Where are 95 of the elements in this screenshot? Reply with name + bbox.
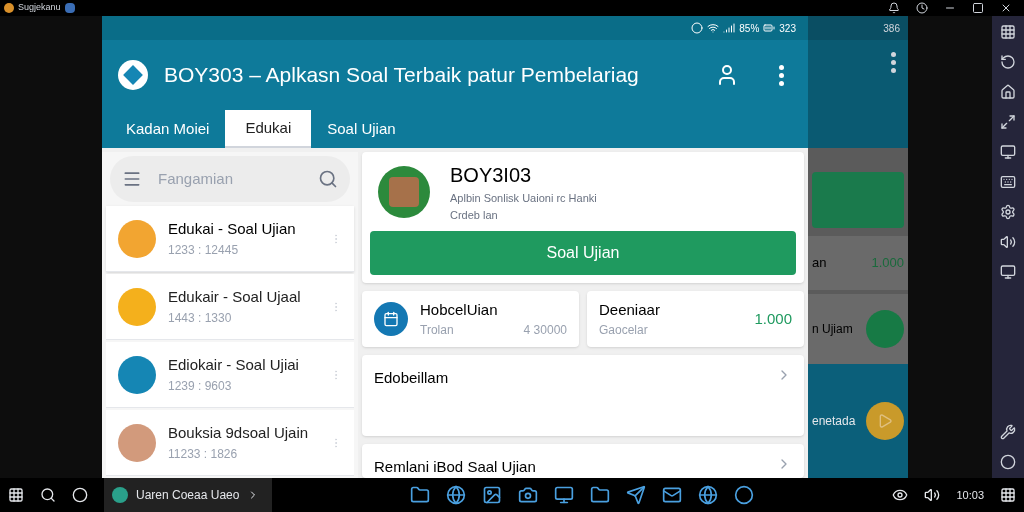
search-input[interactable]: Fangamian [158,167,302,191]
stat-label: Gaocelar [599,322,649,340]
section-card[interactable]: Remlani iBod Saal Ujian [362,443,804,478]
more-icon [891,52,896,73]
taskbar-app-icon[interactable] [734,485,755,505]
volume-icon [924,487,941,503]
sidebar-tool-button[interactable] [1000,54,1016,70]
close-button[interactable] [1000,2,1012,14]
taskbar-app-icon[interactable] [446,485,467,505]
status-icon [691,22,704,34]
eye-icon [892,487,909,503]
sidebar-tool-button[interactable] [1000,424,1016,440]
more-button[interactable] [779,64,784,86]
section-title: Edobeillam [374,368,450,388]
app-title: BOY303 – Aplkasn Soal Terbaik patur Pembelariag [164,62,639,89]
taskbar-app-icon[interactable] [554,485,575,505]
stat-title: Deeniaar [599,299,661,320]
list-item[interactable]: Edukai - Soal Ujian 1233 : 12445 [106,206,354,272]
taskbar-app-button[interactable]: Uaren Coeaa Uaeo [104,478,272,512]
play-button-icon [866,402,904,440]
battery-icon [763,22,776,34]
banner-text: enetada [812,413,856,430]
list-item[interactable]: Edukair - Soal Ujaal 1443 : 1330 [106,274,354,340]
sidebar-tool-button[interactable] [1000,144,1016,160]
search-icon[interactable] [318,169,338,189]
taskbar-app-icon[interactable] [626,485,647,505]
sidebar-tool-button[interactable] [1000,114,1016,130]
mascot-avatar-icon [378,165,430,218]
section-title: Remlani iBod Saal Ujian [374,456,537,477]
list-title: Ediokair - Soal Ujiai [168,355,300,376]
taskbar-app-icon[interactable] [662,485,683,505]
sidebar-tool-button[interactable] [1000,454,1016,470]
tab[interactable]: Soal Ujian [311,110,412,148]
list-avatar-icon [118,423,156,462]
signal-icon [723,22,736,34]
window-badge-icon [64,3,75,13]
profile-name: BOY3I03 [450,163,533,188]
list-avatar-icon [118,219,156,258]
taskbar-clock: 10:03 [956,487,984,503]
fab-button-icon [866,310,904,348]
stat-card[interactable]: HobcelUian Trolan 4 30000 [362,291,579,347]
list-item[interactable]: Bouksia 9dsoal Ujain 11233 : 1826 [106,410,354,476]
list-subtitle: 1443 : 1330 [168,309,233,327]
taskbar-app-icon[interactable] [698,485,719,505]
taskbar-app-icon[interactable] [410,485,431,505]
battery-percent: 85% [739,21,760,36]
app-logo-icon [118,60,148,90]
profile-description: Aplbin Sonlisk Uaioni rc Hanki [450,191,597,206]
task-view-button[interactable] [72,487,88,503]
list-title: Edukair - Soal Ujaal [168,287,302,308]
more-icon [779,64,784,86]
stat-title: an [812,254,827,273]
sidebar-tool-button[interactable] [1000,174,1016,190]
list-item[interactable]: Ediokair - Soal Ujiai 1239 : 9603 [106,342,354,408]
start-button[interactable] [8,487,24,503]
stat-value: 4 30000 [523,322,567,339]
sidebar-tool-button[interactable] [1000,234,1016,250]
clock-icon [916,2,928,14]
tab[interactable]: Edukai [225,110,312,148]
calendar-icon [374,302,408,336]
list-subtitle: 11233 : 1826 [168,445,239,463]
notification-icon [888,2,900,14]
window-title: Sugjekanu [18,1,61,15]
sidebar-tool-button[interactable] [1000,84,1016,100]
wifi-icon [707,22,720,34]
search-button[interactable] [40,487,56,503]
list-avatar-icon [118,355,156,394]
taskbar-app-icon[interactable] [518,485,539,505]
stat-value: 1.000 [754,308,792,329]
tab[interactable]: Kadan Moiei [110,110,226,148]
notification-button[interactable] [1000,487,1016,503]
section-card[interactable]: Edobeillam [362,355,804,436]
profile-description: Crdeb lan [450,207,499,223]
taskbar-app-icon[interactable] [590,485,611,505]
list-title: Edukai - Soal Ujian [168,219,297,240]
status-time: 386 [883,21,900,36]
section-title: n Ujiam [812,321,853,338]
stat-title: HobcelUian [420,299,499,320]
sidebar-tool-button[interactable] [1000,204,1016,220]
menu-icon[interactable] [122,169,142,189]
taskbar-app-icon[interactable] [482,485,503,505]
stat-card[interactable]: Deeniaar Gaocelar 1.000 [587,291,804,347]
maximize-button[interactable] [972,2,984,14]
list-subtitle: 1233 : 12445 [168,241,240,259]
primary-button[interactable]: Soal Ujian [370,231,796,275]
search-field[interactable]: Fangamian [110,156,350,202]
app-logo-icon [4,3,14,13]
list-avatar-icon [118,287,156,326]
status-time: 323 [779,21,796,36]
list-subtitle: 1239 : 9603 [168,377,233,395]
stat-label: Trolan [420,322,455,340]
sidebar-tool-button[interactable] [1000,24,1016,40]
stat-value: 1.000 [871,254,904,273]
list-title: Bouksia 9dsoal Ujain [168,423,310,444]
sidebar-tool-button[interactable] [1000,264,1016,280]
